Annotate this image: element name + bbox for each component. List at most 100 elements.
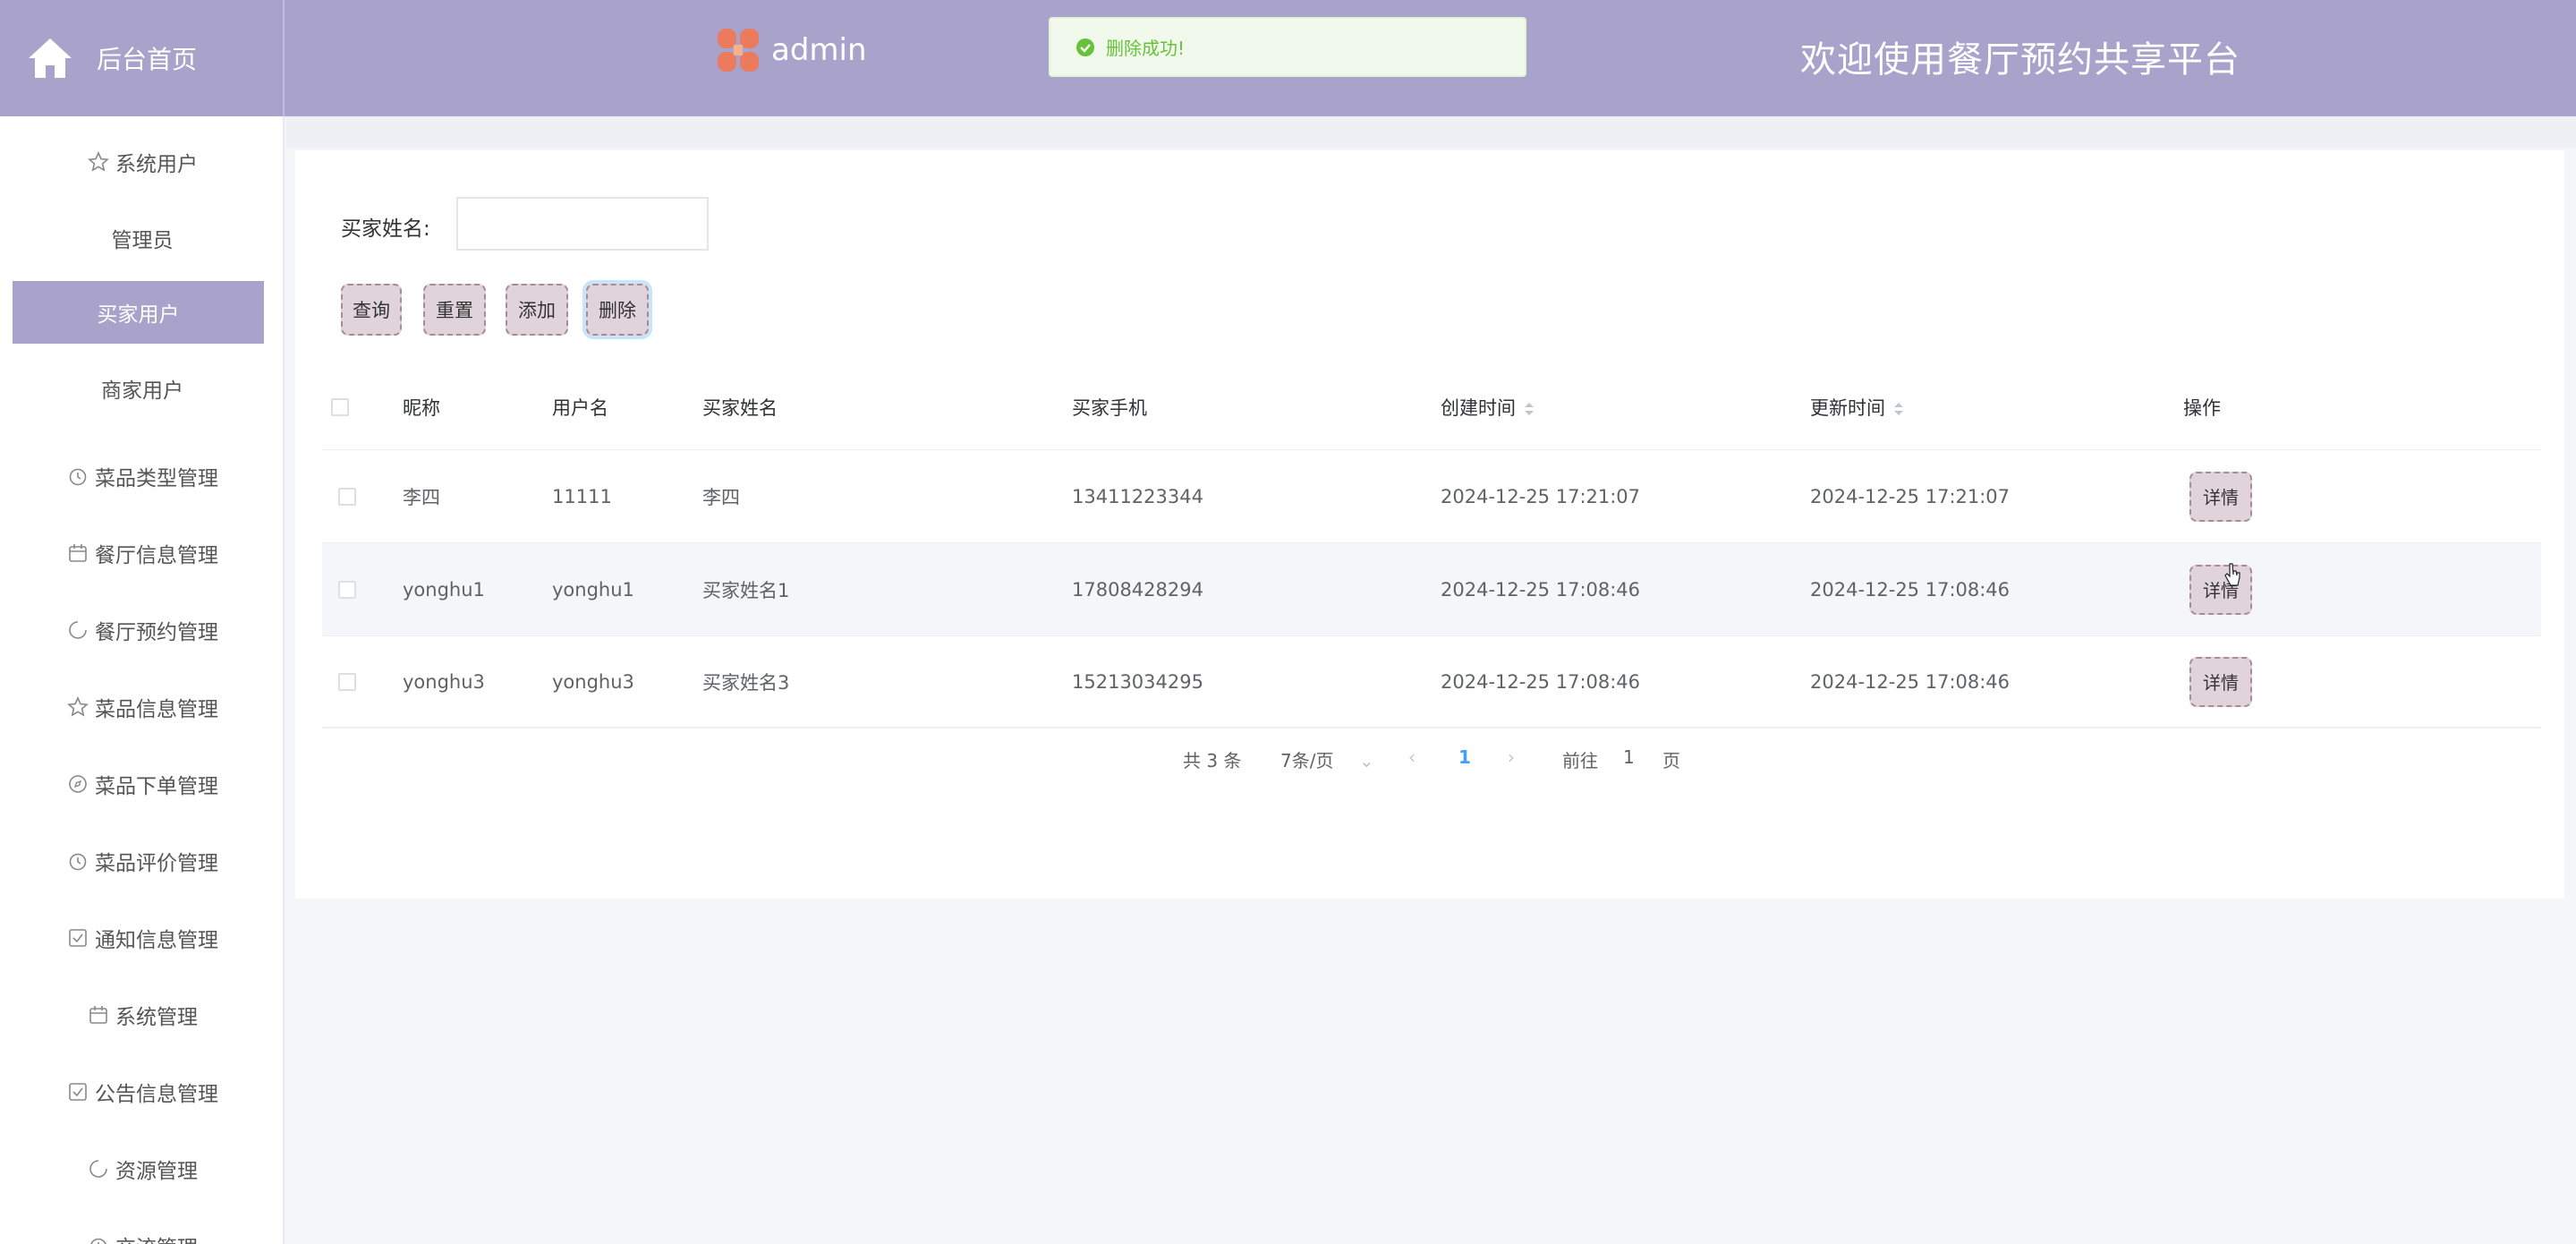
detail-button[interactable]: 详情	[2189, 564, 2252, 615]
select-all-checkbox[interactable]	[331, 398, 349, 416]
goto-page-input[interactable]: 1	[1623, 746, 1635, 768]
clock-icon	[69, 468, 87, 486]
sidebar: 系统用户 管理员 买家用户 商家用户 菜品类型管理 餐厅信息管理 餐厅预约管理 …	[0, 116, 285, 1244]
row-checkbox[interactable]	[338, 580, 356, 599]
cell-phone: 17808428294	[1072, 578, 1203, 601]
user-name: admin	[771, 32, 867, 68]
home-icon	[29, 38, 72, 78]
query-button[interactable]: 查询	[341, 284, 402, 336]
cell-username: 11111	[552, 485, 612, 507]
cell-phone: 15213034295	[1072, 670, 1203, 693]
page-size-value: 7条/页	[1280, 750, 1334, 771]
table-row: 李四 11111 李四 13411223344 2024-12-25 17:21…	[322, 449, 2541, 542]
cell-buyer-name: 买家姓名3	[702, 671, 790, 694]
user-menu[interactable]: admin	[716, 27, 867, 73]
page-number-current[interactable]: 1	[1458, 746, 1471, 768]
content-top-band	[286, 116, 2576, 149]
sidebar-item-merchant-users[interactable]: 商家用户	[0, 362, 285, 415]
pie-icon	[69, 621, 87, 639]
site-title: 欢迎使用餐厅预约共享平台	[1800, 39, 2240, 81]
cell-username: yonghu1	[552, 578, 634, 601]
cell-buyer-name: 买家姓名1	[702, 579, 790, 601]
avatar-icon	[718, 29, 759, 72]
row-checkbox[interactable]	[338, 672, 356, 691]
cell-updated: 2024-12-25 17:08:46	[1810, 578, 2011, 601]
prev-page-icon[interactable]: ‹	[1408, 746, 1416, 768]
sidebar-item-dish-types[interactable]: 菜品类型管理	[0, 449, 285, 503]
cell-nickname: 李四	[403, 486, 440, 508]
header-created-label: 创建时间	[1441, 397, 1516, 419]
delete-button[interactable]: 删除	[586, 284, 649, 336]
header-nickname: 昵称	[403, 397, 440, 419]
detail-button[interactable]: 详情	[2189, 656, 2252, 707]
check-square-icon	[69, 929, 87, 947]
sort-icon[interactable]	[1892, 401, 1905, 417]
mouse-cursor-icon	[2224, 563, 2240, 586]
cell-phone: 13411223344	[1072, 485, 1203, 507]
goto-prefix: 前往	[1562, 750, 1598, 771]
table-header-row: 昵称 用户名 买家姓名 买家手机 创建时间 更新时间 操作	[322, 365, 2541, 449]
calendar-icon	[69, 544, 87, 562]
buyer-name-search-input[interactable]	[456, 197, 709, 251]
pie-icon	[89, 1160, 107, 1178]
sidebar-item-admins[interactable]: 管理员	[0, 211, 285, 265]
sidebar-item-label: 买家用户	[97, 303, 180, 327]
calendar-icon	[89, 1006, 107, 1024]
sidebar-item-restaurant-info[interactable]: 餐厅信息管理	[0, 526, 285, 580]
sidebar-item-label: 菜品评价管理	[95, 852, 218, 875]
cell-buyer-name: 李四	[702, 486, 740, 508]
sidebar-item-label: 公告信息管理	[95, 1083, 218, 1106]
check-square-icon	[69, 1083, 87, 1101]
cell-created: 2024-12-25 17:08:46	[1441, 578, 1641, 601]
table-row: yonghu1 yonghu1 买家姓名1 17808428294 2024-1…	[322, 542, 2541, 635]
check-circle-icon	[1076, 38, 1094, 56]
detail-button[interactable]: 详情	[2189, 471, 2252, 522]
row-checkbox[interactable]	[338, 487, 356, 506]
app-root: 后台首页 admin 删除成功! 欢迎使用餐厅预约共享平台 系统用户 管理员 买…	[0, 0, 2576, 1244]
sidebar-item-label: 通知信息管理	[95, 929, 218, 952]
page-size-select[interactable]: 7条/页 ⌄	[1280, 746, 1374, 772]
star-icon	[88, 151, 109, 172]
chevron-down-icon: ⌄	[1358, 750, 1374, 771]
cell-updated: 2024-12-25 17:08:46	[1810, 670, 2011, 693]
cell-updated: 2024-12-25 17:21:07	[1810, 485, 2011, 507]
top-header: 后台首页 admin 删除成功! 欢迎使用餐厅预约共享平台	[0, 0, 2576, 116]
header-username: 用户名	[552, 397, 608, 419]
sidebar-item-dish-reviews[interactable]: 菜品评价管理	[0, 834, 285, 888]
success-toast: 删除成功!	[1049, 17, 1526, 77]
sidebar-item-buyer-users[interactable]: 买家用户	[13, 281, 264, 344]
sidebar-item-dish-orders[interactable]: 菜品下单管理	[0, 757, 285, 811]
star-icon	[67, 696, 89, 717]
cell-created: 2024-12-25 17:21:07	[1441, 485, 1641, 507]
sidebar-item-reservations[interactable]: 餐厅预约管理	[0, 603, 285, 657]
sidebar-item-label: 管理员	[111, 229, 174, 252]
buyer-users-panel: 买家姓名: 查询 重置 添加 删除 昵称 用户名 买家姓名 买家手机 创建时间 …	[295, 150, 2564, 899]
sidebar-item-announcements[interactable]: 公告信息管理	[0, 1065, 285, 1119]
header-updated-label: 更新时间	[1810, 397, 1885, 419]
sidebar-item-notifications[interactable]: 通知信息管理	[0, 911, 285, 965]
sidebar-item-label: 菜品类型管理	[95, 467, 218, 490]
header-created[interactable]: 创建时间	[1441, 394, 1535, 421]
sidebar-item-label: 系统用户	[115, 153, 198, 176]
pagination: 共 3 条 7条/页 ⌄ ‹ 1 › 前往 1 页	[295, 739, 2564, 775]
goto-suffix: 页	[1662, 750, 1680, 771]
header-buyer-name: 买家姓名	[702, 397, 778, 419]
sidebar-item-label: 系统管理	[115, 1006, 198, 1029]
sort-icon[interactable]	[1523, 401, 1535, 417]
add-button[interactable]: 添加	[506, 284, 568, 336]
home-link[interactable]: 后台首页	[0, 0, 285, 116]
sidebar-item-communication[interactable]: 交流管理	[0, 1219, 285, 1244]
sidebar-item-label: 资源管理	[115, 1160, 198, 1183]
sidebar-item-resources[interactable]: 资源管理	[0, 1142, 285, 1196]
home-label: 后台首页	[97, 45, 198, 74]
next-page-icon[interactable]: ›	[1508, 746, 1515, 768]
sidebar-item-system-users[interactable]: 系统用户	[0, 135, 285, 189]
sidebar-item-system-management[interactable]: 系统管理	[0, 988, 285, 1042]
clock-icon	[69, 853, 87, 871]
sidebar-item-label: 菜品信息管理	[95, 698, 218, 721]
sidebar-item-dish-info[interactable]: 菜品信息管理	[0, 680, 285, 734]
sidebar-item-label: 交流管理	[115, 1231, 198, 1244]
header-updated[interactable]: 更新时间	[1810, 394, 1905, 421]
clock-icon	[90, 1238, 106, 1244]
reset-button[interactable]: 重置	[423, 284, 486, 336]
